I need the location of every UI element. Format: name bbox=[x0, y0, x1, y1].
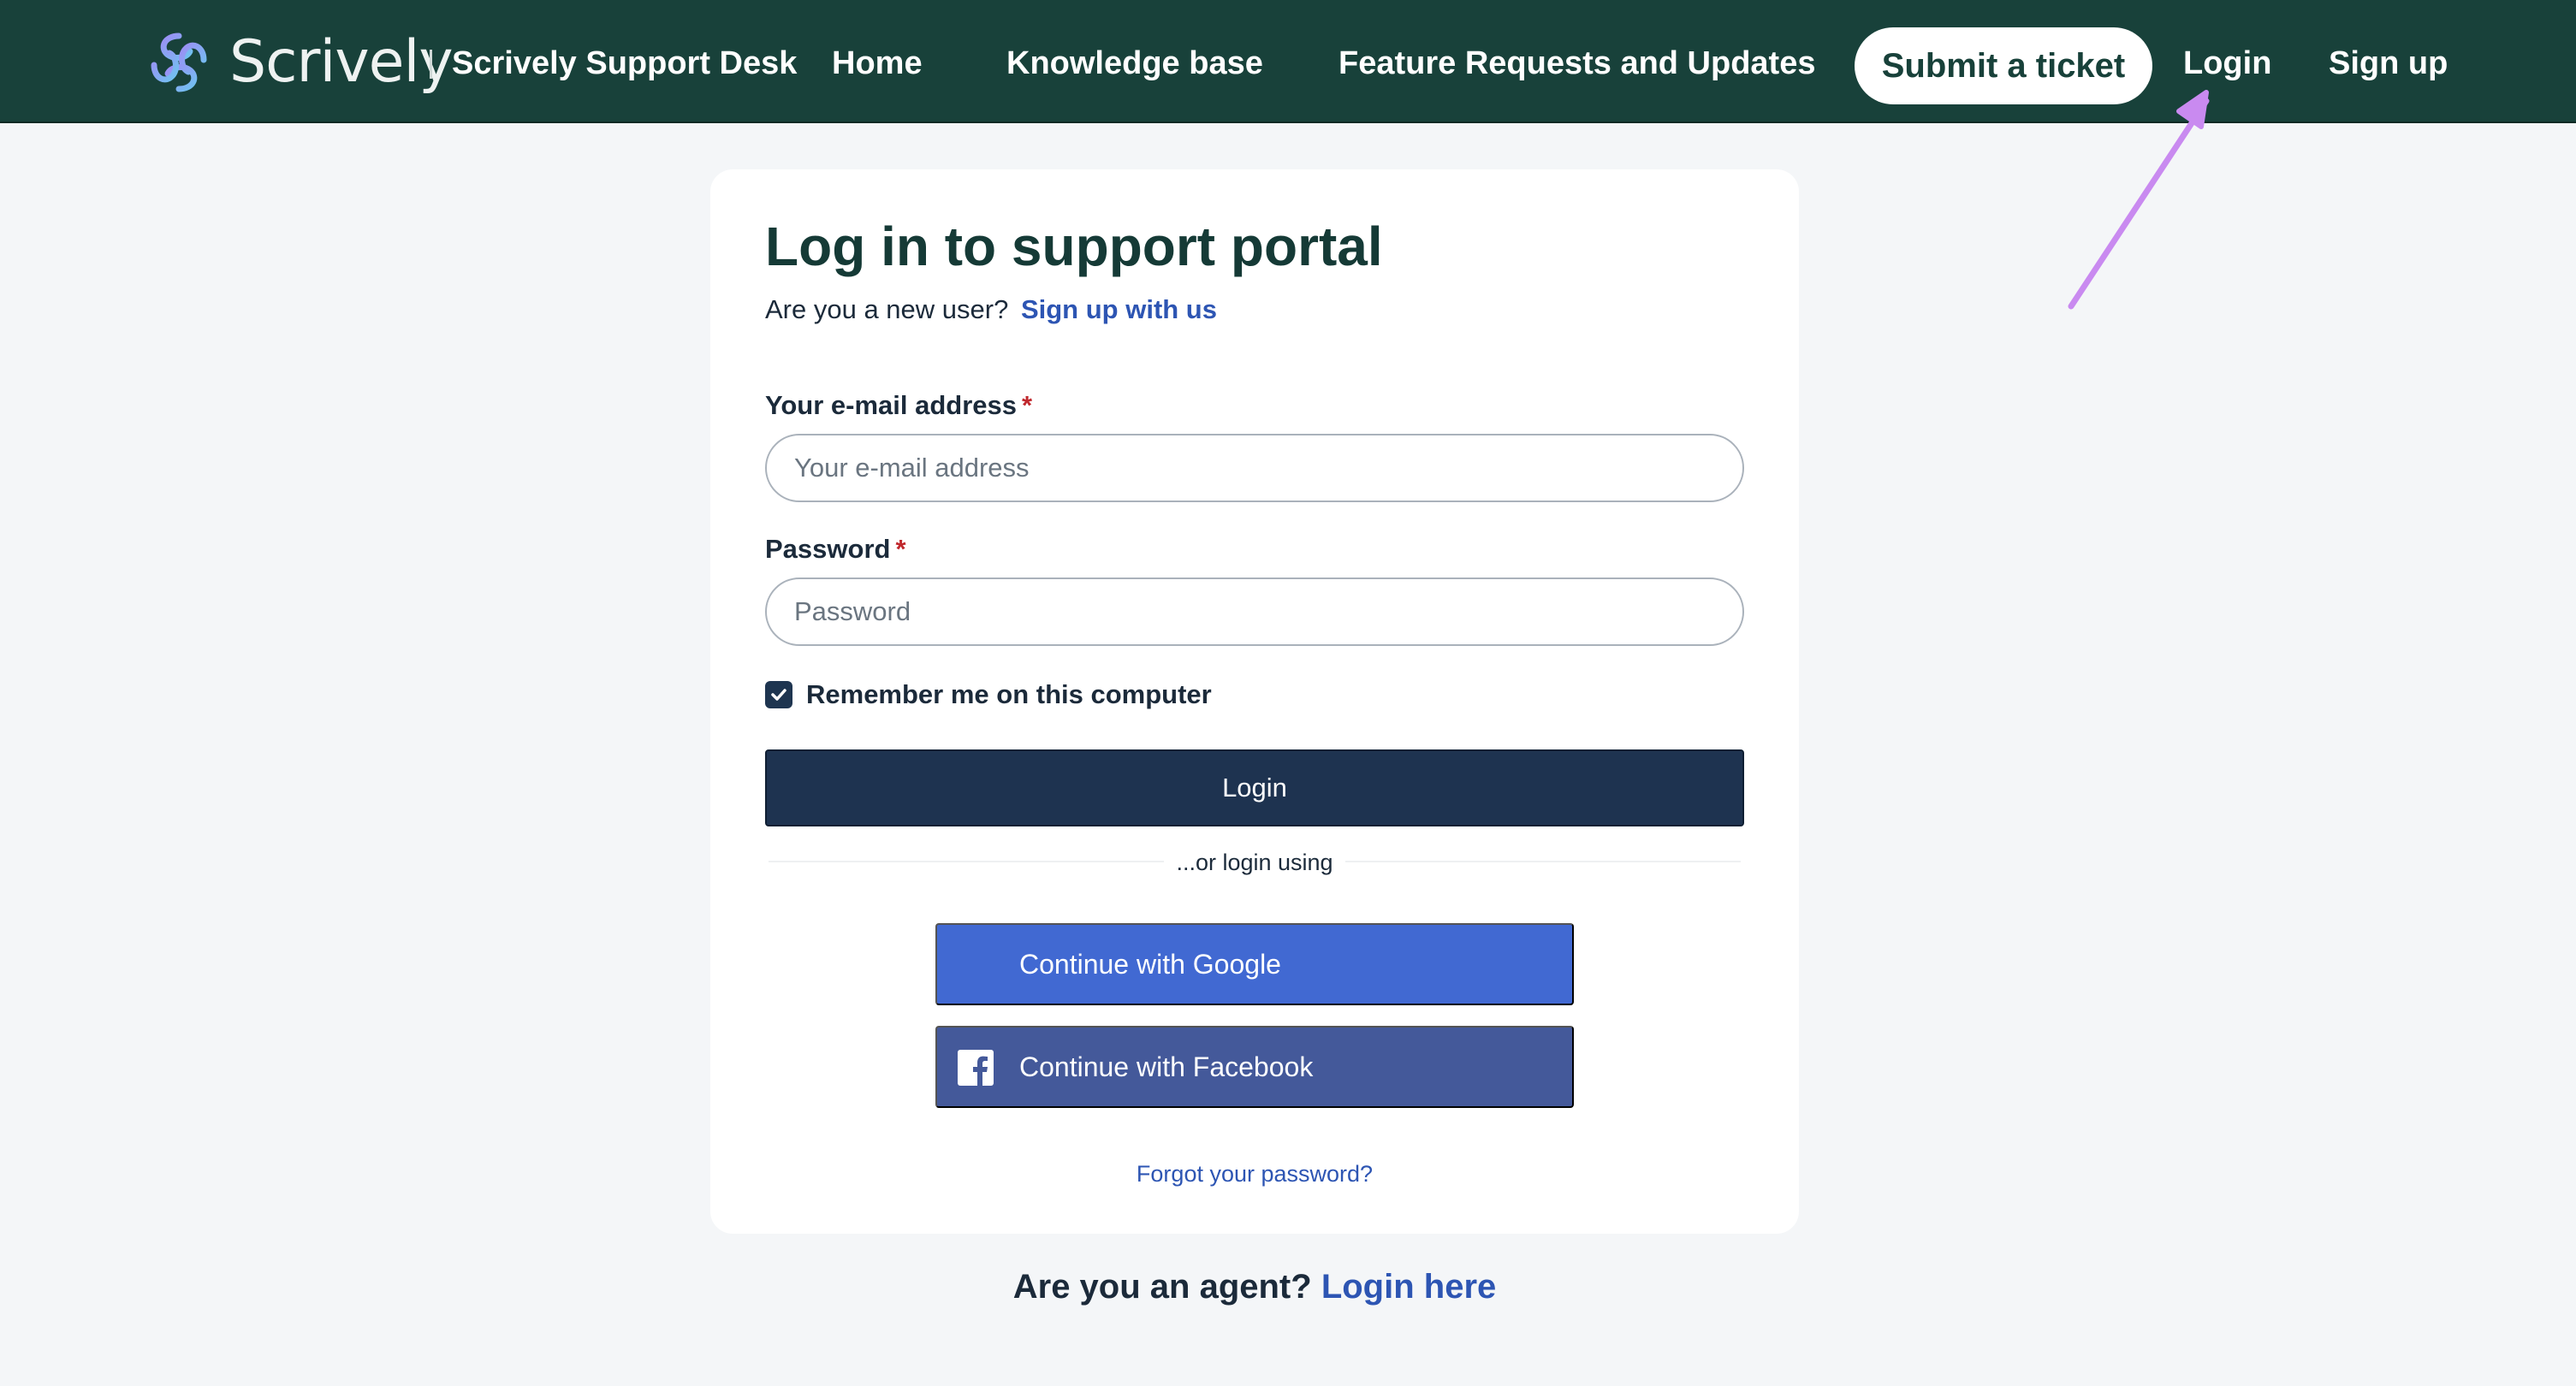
remember-me-label[interactable]: Remember me on this computer bbox=[806, 679, 1212, 710]
new-user-prompt: Are you a new user? Sign up with us bbox=[765, 293, 1217, 327]
nav-login-link[interactable]: Login bbox=[2183, 39, 2271, 87]
nav-home-link[interactable]: Home bbox=[832, 39, 923, 87]
logo[interactable]: Scrively bbox=[144, 26, 454, 99]
agent-login-prompt: Are you an agent? Login here bbox=[710, 1263, 1799, 1311]
google-button-label: Continue with Google bbox=[1019, 948, 1281, 980]
password-field[interactable] bbox=[765, 578, 1744, 646]
continue-with-facebook-button[interactable]: Continue with Facebook bbox=[935, 1026, 1574, 1108]
page-title: Log in to support portal bbox=[765, 216, 1383, 277]
nav-feature-requests-link[interactable]: Feature Requests and Updates bbox=[1338, 39, 1815, 87]
logo-divider bbox=[430, 50, 432, 79]
remember-me-checkbox[interactable] bbox=[765, 681, 792, 708]
brand-title[interactable]: Scrively Support Desk bbox=[452, 39, 797, 87]
agent-login-link[interactable]: Login here bbox=[1321, 1268, 1496, 1306]
login-button[interactable]: Login bbox=[765, 749, 1744, 826]
nav-knowledge-base-link[interactable]: Knowledge base bbox=[1006, 39, 1263, 87]
divider-text: ...or login using bbox=[1164, 847, 1345, 878]
required-asterisk: * bbox=[1022, 390, 1033, 420]
facebook-button-label: Continue with Facebook bbox=[1019, 1051, 1314, 1082]
arrow-annotation-icon bbox=[2068, 90, 2210, 310]
facebook-icon bbox=[958, 1050, 994, 1086]
email-label: Your e-mail address * bbox=[765, 388, 1032, 423]
logo-wordmark: Scrively bbox=[229, 28, 454, 96]
password-label-text: Password bbox=[765, 534, 891, 564]
password-label: Password * bbox=[765, 532, 906, 566]
signup-with-us-link[interactable]: Sign up with us bbox=[1021, 294, 1217, 324]
check-icon bbox=[771, 689, 786, 701]
remember-me-row[interactable]: Remember me on this computer bbox=[765, 678, 1212, 712]
email-field[interactable] bbox=[765, 434, 1744, 502]
required-asterisk: * bbox=[895, 534, 906, 564]
continue-with-google-button[interactable]: Continue with Google bbox=[935, 923, 1574, 1005]
email-label-text: Your e-mail address bbox=[765, 390, 1018, 420]
agent-prompt-text: Are you an agent? bbox=[1012, 1268, 1312, 1306]
scrively-swirl-logo-icon bbox=[151, 33, 207, 92]
nav-signup-link[interactable]: Sign up bbox=[2329, 39, 2448, 87]
new-user-text: Are you a new user? bbox=[765, 294, 1009, 324]
forgot-password-link[interactable]: Forgot your password? bbox=[935, 1158, 1574, 1189]
